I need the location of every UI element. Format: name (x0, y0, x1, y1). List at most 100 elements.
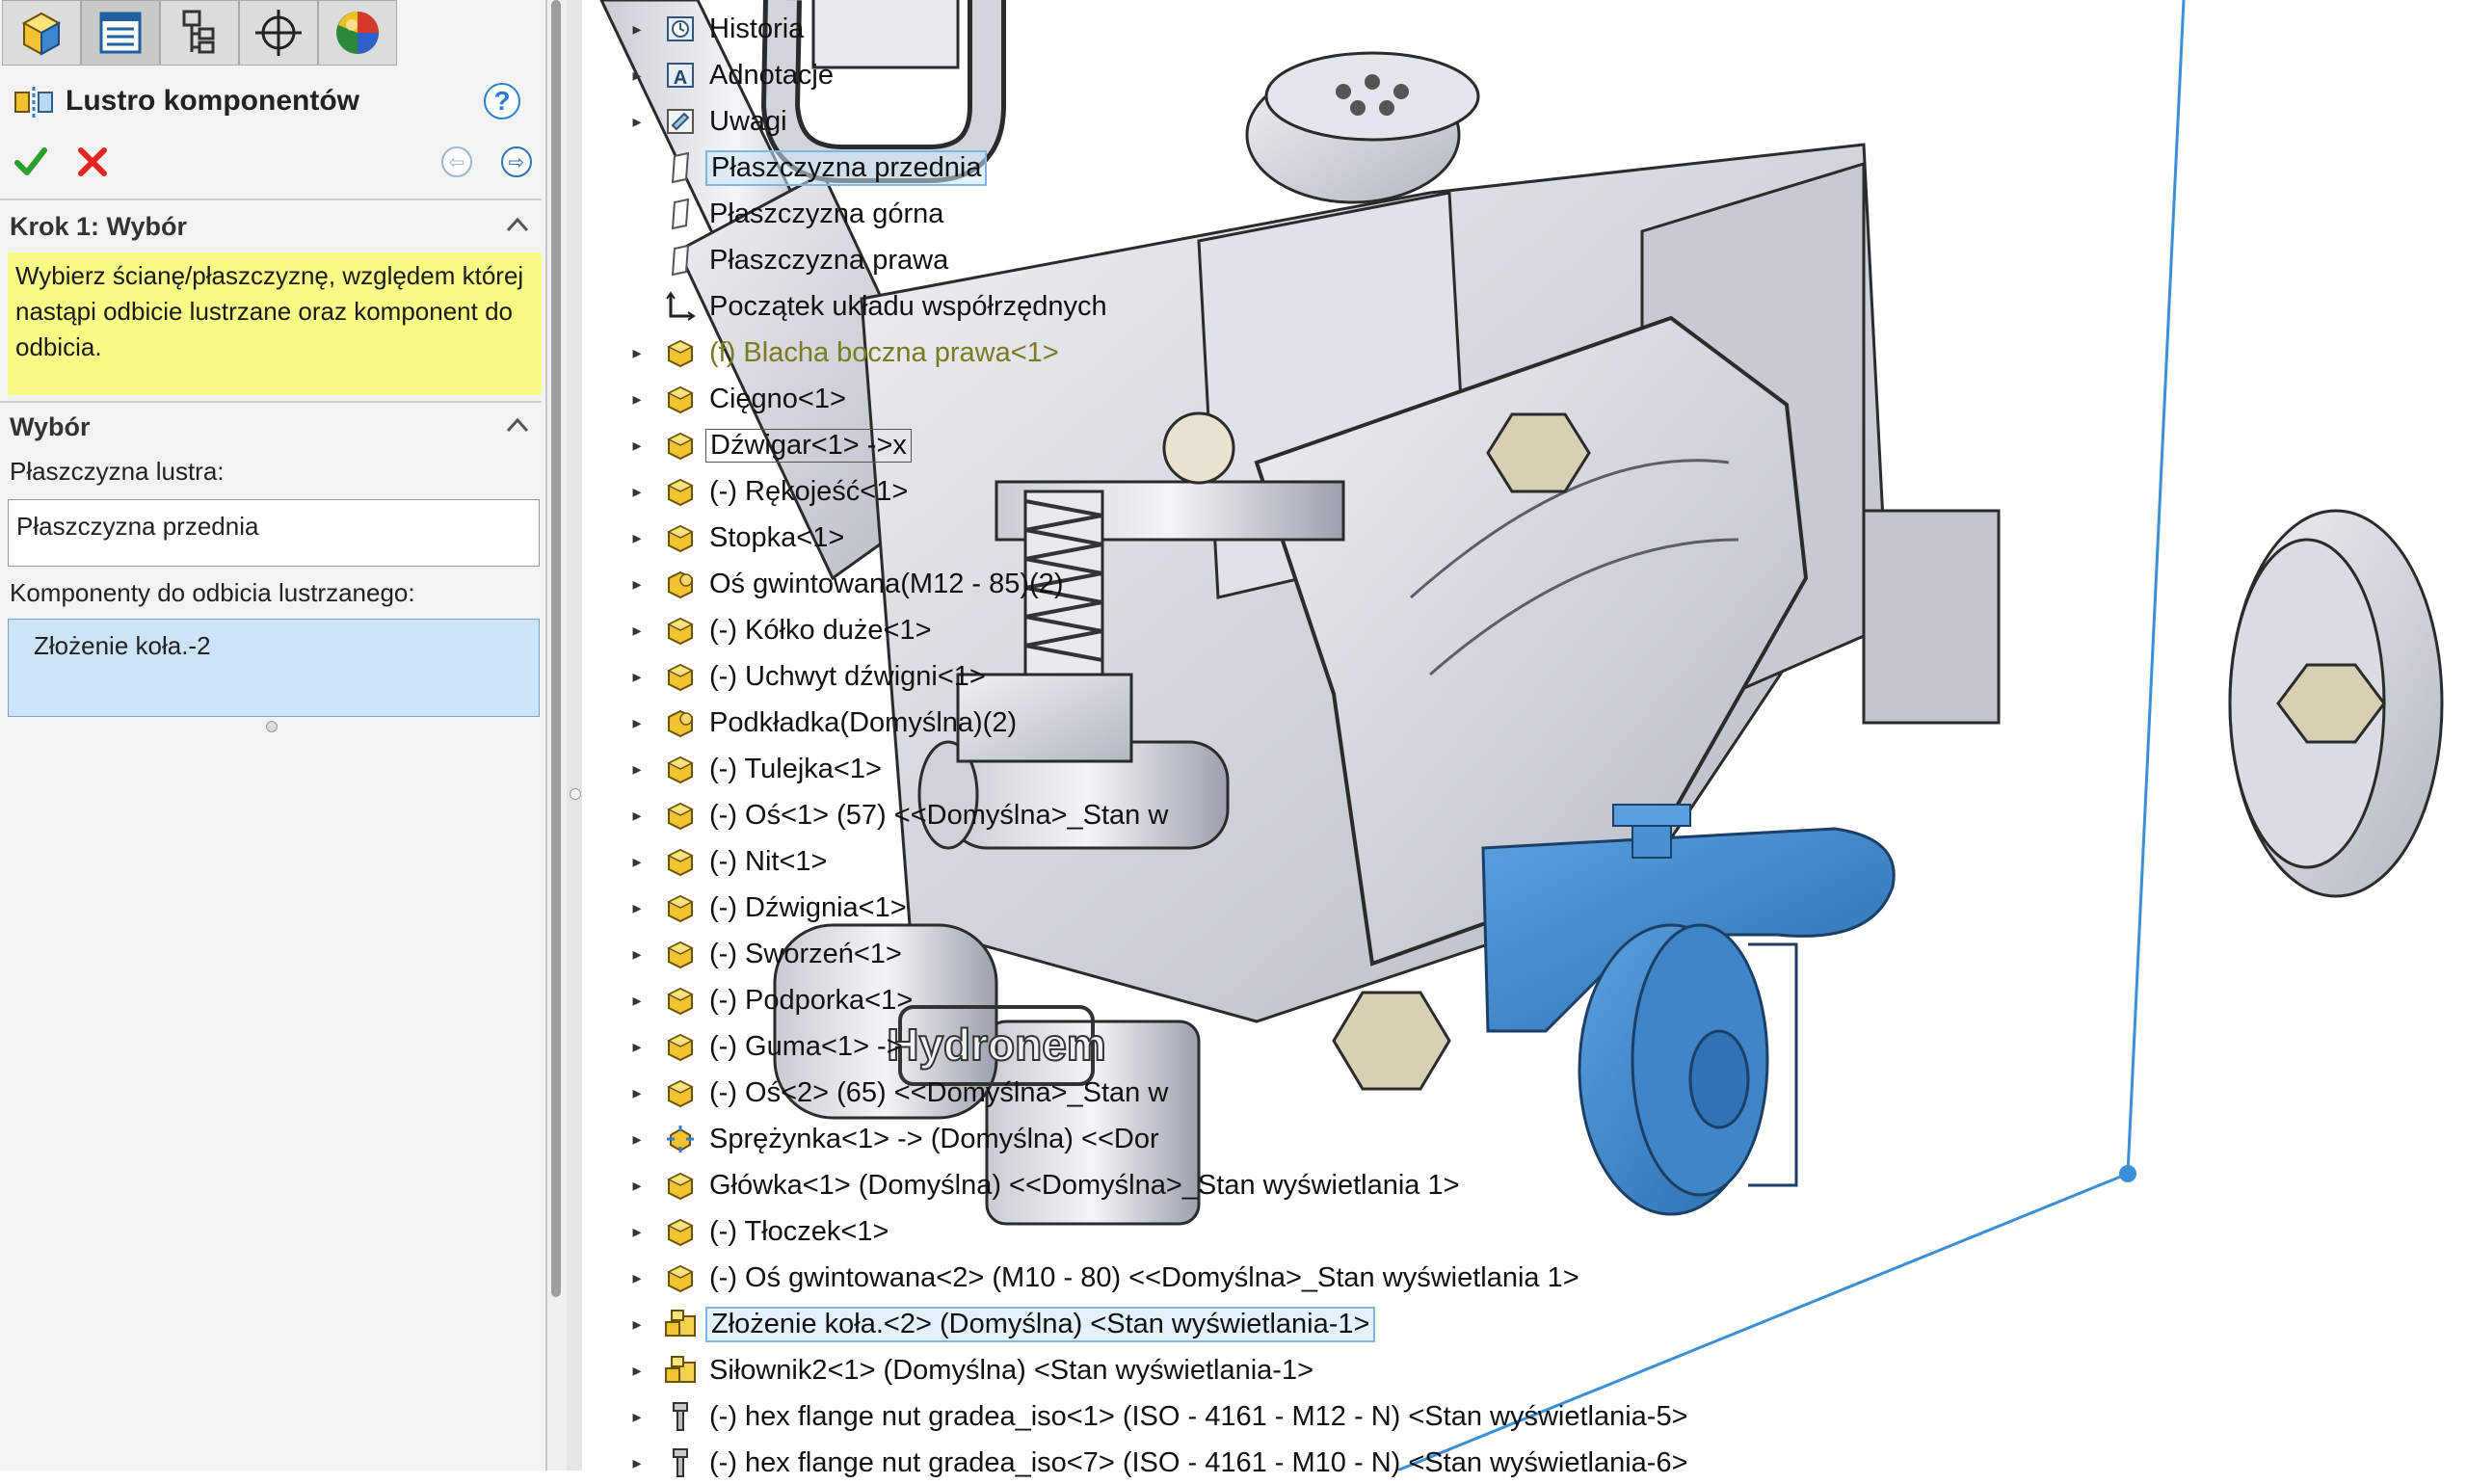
help-button[interactable]: ? (484, 83, 520, 119)
checkmark-icon (14, 147, 47, 175)
tree-item-wheel-assembly[interactable]: ▸ Złożenie koła.<2> (Domyślna) <Stan wyś… (626, 1303, 1376, 1345)
part-icon (663, 752, 698, 786)
expand-arrow-icon[interactable]: ▸ (626, 574, 648, 595)
tree-item-notes[interactable]: ▸ Uwagi (626, 100, 791, 143)
featuremanager-tab[interactable] (2, 0, 81, 66)
tree-item-component[interactable]: ▸ (f) Blacha boczna prawa<1> (626, 331, 1063, 374)
pm-title: Lustro komponentów (66, 85, 359, 117)
expand-arrow-icon[interactable]: ▸ (626, 19, 648, 40)
expand-arrow-icon[interactable]: ▸ (626, 713, 648, 733)
tree-item-top-plane[interactable]: Płaszczyzna górna (626, 193, 947, 235)
expand-arrow-icon[interactable]: ▸ (626, 1407, 648, 1427)
expand-arrow-icon[interactable]: ▸ (626, 806, 648, 826)
collapse-selection-group-button[interactable] (503, 411, 532, 439)
tree-item-component[interactable]: ▸ (-) Tłoczek<1> (626, 1210, 892, 1253)
tree-item-component[interactable]: ▸ Siłownik2<1> (Domyślna) <Stan wyświetl… (626, 1349, 1317, 1391)
tree-item-component[interactable]: ▸ Cięgno<1> (626, 378, 850, 420)
tree-item-component[interactable]: ▸ (-) Oś<2> (65) <<Domyślna>_Stan w (626, 1072, 1172, 1114)
tree-item-origin[interactable]: Początek układu współrzędnych (626, 285, 1111, 328)
tree-item-label: Stopka<1> (709, 521, 845, 553)
previous-page-button[interactable]: ⇦ (436, 141, 478, 183)
tree-item-component[interactable]: ▸ Podkładka(Domyślna)(2) (626, 702, 1021, 744)
expand-arrow-icon[interactable]: ▸ (626, 991, 648, 1011)
part-icon (663, 1029, 698, 1064)
expand-arrow-icon[interactable]: ▸ (626, 1361, 648, 1381)
expand-arrow-icon[interactable]: ▸ (626, 667, 648, 687)
tree-item-component[interactable]: ▸ Oś gwintowana(M12 - 85)(2) (626, 563, 1067, 605)
origin-icon (663, 289, 698, 324)
list-item[interactable]: Złożenie koła.-2 (34, 631, 514, 661)
propertymanager-tab[interactable] (81, 0, 160, 66)
tree-item-label: Dźwigar<1> ->x (705, 428, 912, 463)
displaymanager-icon (336, 12, 379, 54)
displaymanager-tab[interactable] (318, 0, 397, 66)
tree-item-component[interactable]: ▸ (-) Podporka<1> (626, 979, 916, 1021)
plane-handle[interactable] (2119, 1165, 2136, 1182)
expand-arrow-icon[interactable]: ▸ (626, 944, 648, 965)
tree-item-component[interactable]: ▸ (-) Nit<1> (626, 840, 831, 883)
tree-item-front-plane[interactable]: Płaszczyzna przednia (626, 146, 988, 189)
expand-arrow-icon[interactable]: ▸ (626, 898, 648, 918)
expand-arrow-icon[interactable]: ▸ (626, 528, 648, 548)
cancel-button[interactable] (71, 141, 114, 183)
pm-scrollbar[interactable] (547, 0, 567, 1471)
ok-button[interactable] (10, 141, 52, 183)
expand-arrow-icon[interactable]: ▸ (626, 1222, 648, 1242)
tree-item-component[interactable]: ▸ (-) Rękojeść<1> (626, 470, 912, 513)
scrollbar-thumb[interactable] (551, 0, 561, 1297)
expand-arrow-icon[interactable]: ▸ (626, 1314, 648, 1335)
dimxpertmanager-tab[interactable] (239, 0, 318, 66)
expand-arrow-icon[interactable]: ▸ (626, 389, 648, 410)
expand-arrow-icon[interactable]: ▸ (626, 852, 648, 872)
tree-item-component[interactable]: ▸ (-) Dźwignia<1> (626, 887, 911, 929)
tree-item-component[interactable]: ▸ (-) Sworzeń<1> (626, 933, 906, 975)
tree-item-annotations[interactable]: ▸ A Adnotacje (626, 54, 837, 96)
tree-item-component[interactable]: ▸ Stopka<1> (626, 517, 848, 559)
tree-item-component[interactable]: ▸ (-) Guma<1> -> (626, 1025, 907, 1068)
tree-item-label: Płaszczyzna prawa (709, 244, 949, 276)
expand-arrow-icon[interactable]: ▸ (626, 343, 648, 363)
expand-arrow-icon[interactable]: ▸ (626, 1268, 648, 1288)
expand-arrow-icon[interactable]: ▸ (626, 482, 648, 502)
expand-arrow-icon[interactable]: ▸ (626, 66, 648, 86)
mirror-plane-field[interactable]: Płaszczyzna przednia (8, 499, 540, 567)
components-to-mirror-list[interactable]: Złożenie koła.-2 (8, 619, 540, 717)
list-resize-handle[interactable] (266, 721, 278, 732)
chevron-up-icon (506, 217, 529, 232)
tree-item-history[interactable]: ▸ Historia (626, 8, 808, 50)
plane-icon (663, 150, 698, 185)
tree-item-component[interactable]: ▸ (-) Oś gwintowana<2> (M10 - 80) <<Domy… (626, 1257, 1583, 1299)
tree-item-component[interactable]: ▸ Główka<1> (Domyślna) <<Domyślna>_Stan … (626, 1164, 1464, 1206)
part-icon (663, 382, 698, 416)
tree-item-label: (-) Oś<2> (65) <<Domyślna>_Stan w (709, 1076, 1169, 1108)
tree-item-component[interactable]: ▸ Dźwigar<1> ->x (626, 424, 912, 466)
tree-item-component[interactable]: ▸ (-) hex flange nut gradea_iso<1> (ISO … (626, 1395, 1692, 1438)
collapse-step-group-button[interactable] (503, 210, 532, 239)
tree-item-component[interactable]: ▸ Sprężynka<1> -> (Domyślna) <<Dor (626, 1118, 1163, 1160)
expand-arrow-icon[interactable]: ▸ (626, 759, 648, 780)
splitter-grip[interactable] (570, 788, 581, 800)
tree-item-component[interactable]: ▸ (-) hex flange nut gradea_iso<7> (ISO … (626, 1442, 1692, 1484)
tree-item-component[interactable]: ▸ (-) Uchwyt dźwigni<1> (626, 655, 990, 698)
tree-item-component[interactable]: ▸ (-) Kółko duże<1> (626, 609, 936, 651)
tree-item-component[interactable]: ▸ (-) Tulejka<1> (626, 748, 886, 790)
tree-item-component[interactable]: ▸ (-) Oś<1> (57) <<Domyślna>_Stan w (626, 794, 1172, 836)
selection-group-title[interactable]: Wybór (10, 412, 91, 442)
propertymanager-icon (99, 12, 142, 54)
part-icon (663, 335, 698, 370)
step-group-title[interactable]: Krok 1: Wybór (10, 212, 187, 242)
tree-item-label: Oś gwintowana(M12 - 85)(2) (709, 568, 1064, 599)
expand-arrow-icon[interactable]: ▸ (626, 1453, 648, 1473)
configurationmanager-tab[interactable] (160, 0, 239, 66)
expand-arrow-icon[interactable]: ▸ (626, 112, 648, 132)
part-icon (663, 890, 698, 925)
expand-arrow-icon[interactable]: ▸ (626, 1037, 648, 1057)
expand-arrow-icon[interactable]: ▸ (626, 621, 648, 641)
expand-arrow-icon[interactable]: ▸ (626, 1129, 648, 1150)
expand-arrow-icon[interactable]: ▸ (626, 1176, 648, 1196)
expand-arrow-icon[interactable]: ▸ (626, 436, 648, 456)
tree-item-right-plane[interactable]: Płaszczyzna prawa (626, 239, 952, 281)
next-page-button[interactable]: ⇨ (495, 141, 538, 183)
panel-splitter[interactable] (567, 0, 583, 1471)
expand-arrow-icon[interactable]: ▸ (626, 1083, 648, 1103)
